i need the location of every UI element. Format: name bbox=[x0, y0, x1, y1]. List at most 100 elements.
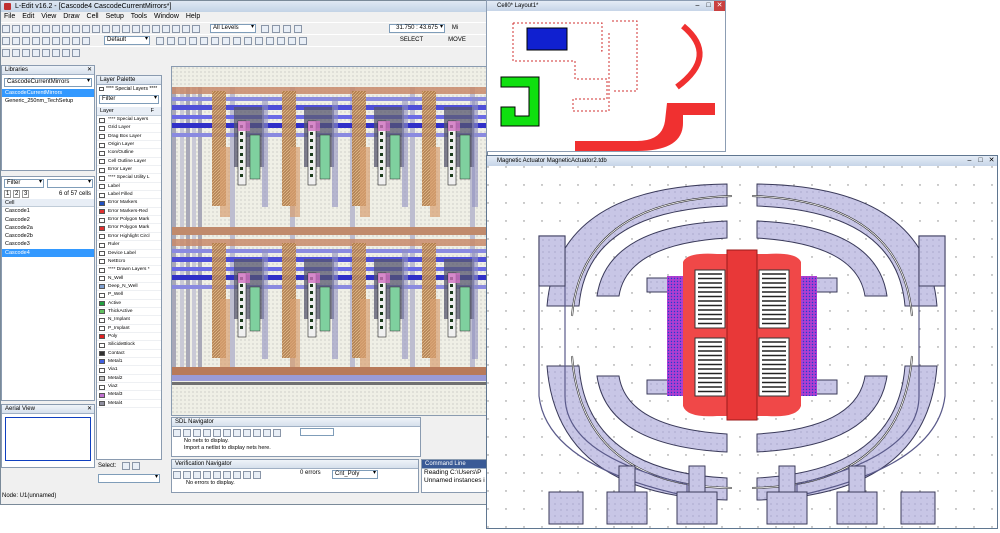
ungroup-icon[interactable] bbox=[222, 37, 230, 45]
cell-item[interactable]: Cascode3 bbox=[2, 240, 94, 248]
slice-icon[interactable] bbox=[244, 37, 252, 45]
layer-row[interactable]: Metal2 bbox=[97, 375, 161, 383]
flip-v-icon[interactable] bbox=[189, 37, 197, 45]
layer-row[interactable]: Error Polygon Mark bbox=[97, 224, 161, 233]
flip-h-icon[interactable] bbox=[178, 37, 186, 45]
layer-row[interactable]: N_Well bbox=[97, 275, 161, 283]
layer-column-title[interactable]: Layer bbox=[100, 108, 114, 114]
layer-row[interactable]: Device Label bbox=[97, 250, 161, 258]
sdl-color-icon[interactable] bbox=[253, 429, 261, 437]
drc-box-icon[interactable] bbox=[12, 49, 20, 57]
move-icon[interactable] bbox=[156, 37, 164, 45]
sdl-filter-icon[interactable] bbox=[243, 429, 251, 437]
layer-row[interactable]: Ruler bbox=[97, 241, 161, 250]
cell-item[interactable]: Cascode2b bbox=[2, 232, 94, 240]
undo-icon[interactable] bbox=[72, 25, 80, 33]
align-icon[interactable] bbox=[200, 37, 208, 45]
layer-hide-icon[interactable] bbox=[272, 25, 280, 33]
layer-row[interactable]: Error Polygon Mark bbox=[97, 216, 161, 225]
cell-filter-select[interactable]: Filter bbox=[4, 179, 44, 188]
menu-view[interactable]: View bbox=[41, 13, 56, 20]
pie-tool-icon[interactable] bbox=[52, 37, 60, 45]
sdl-prop-icon[interactable] bbox=[263, 429, 271, 437]
layer-row[interactable]: Via2 bbox=[97, 383, 161, 392]
layer-row[interactable]: P_Well bbox=[97, 291, 161, 300]
layer-row[interactable]: Error Markers bbox=[97, 199, 161, 208]
minimize-icon[interactable]: – bbox=[964, 156, 975, 166]
layer-row[interactable]: Error Highlight Circl bbox=[97, 233, 161, 242]
magnetic-actuator-drawing[interactable] bbox=[487, 166, 997, 528]
open-file-icon[interactable] bbox=[12, 25, 20, 33]
sdl-crosshair-icon[interactable] bbox=[213, 429, 221, 437]
drc-run-icon[interactable] bbox=[2, 49, 10, 57]
ver-next-icon[interactable] bbox=[193, 471, 201, 479]
cell-item-selected[interactable]: Cascode4 bbox=[2, 248, 94, 258]
save-icon[interactable] bbox=[22, 25, 30, 33]
box-tool-icon[interactable] bbox=[12, 37, 20, 45]
cell-item[interactable]: Cascode2a bbox=[2, 224, 94, 232]
layer-row[interactable]: **** Drawn Layers * bbox=[97, 266, 161, 275]
layer-row[interactable]: Grid Layer bbox=[97, 124, 161, 133]
layer-row[interactable]: Origin Layer bbox=[97, 141, 161, 150]
minimize-icon[interactable]: – bbox=[692, 1, 703, 11]
select-options-icon[interactable] bbox=[132, 462, 140, 470]
cell0-layout-drawing[interactable] bbox=[487, 11, 725, 151]
layer-row[interactable]: Label bbox=[97, 183, 161, 192]
view-toggle-icon[interactable] bbox=[132, 25, 140, 33]
layer-f-column-title[interactable]: F bbox=[151, 107, 154, 116]
library-item[interactable]: Generic_250nm_TechSetup bbox=[2, 97, 94, 105]
style-select[interactable]: Default bbox=[104, 36, 150, 45]
layer-row[interactable]: Poly bbox=[97, 333, 161, 342]
ver-run-icon[interactable] bbox=[173, 471, 181, 479]
zoom-out-icon[interactable] bbox=[102, 25, 110, 33]
boolean-icon[interactable] bbox=[266, 37, 274, 45]
ruler-tool-icon[interactable] bbox=[82, 37, 90, 45]
zoom-fit-icon[interactable] bbox=[112, 25, 120, 33]
cell-icon[interactable] bbox=[142, 25, 150, 33]
sdl-nets-icon[interactable] bbox=[193, 429, 201, 437]
extract-icon[interactable] bbox=[299, 37, 307, 45]
new-file-icon[interactable] bbox=[2, 25, 10, 33]
lvs-icon[interactable] bbox=[52, 49, 60, 57]
ver-settings-icon[interactable] bbox=[253, 471, 261, 479]
menu-help[interactable]: Help bbox=[186, 13, 200, 20]
polygon-tool-icon[interactable] bbox=[22, 37, 30, 45]
cross-section-icon[interactable] bbox=[32, 49, 40, 57]
layer-row[interactable]: Icon/Outline bbox=[97, 149, 161, 158]
circle-tool-icon[interactable] bbox=[42, 37, 50, 45]
layer-row[interactable]: Label Filled bbox=[97, 191, 161, 200]
instance-icon[interactable] bbox=[152, 25, 160, 33]
layer-row[interactable]: **** Special Layers bbox=[97, 116, 161, 125]
close-icon[interactable]: ✕ bbox=[87, 66, 92, 75]
page-tab-1[interactable]: 1 bbox=[4, 190, 12, 198]
menu-tools[interactable]: Tools bbox=[131, 13, 147, 20]
page-tab-2[interactable]: 2 bbox=[13, 190, 21, 198]
layer-row[interactable]: Metal3 bbox=[97, 391, 161, 400]
zoom-in-icon[interactable] bbox=[92, 25, 100, 33]
hierarchy-icon[interactable] bbox=[162, 25, 170, 33]
ver-mark-icon[interactable] bbox=[203, 471, 211, 479]
close-icon[interactable]: ✕ bbox=[986, 156, 997, 166]
paste-icon[interactable] bbox=[62, 25, 70, 33]
layer-row[interactable]: Active bbox=[97, 300, 161, 308]
move-mode-button[interactable]: MOVE bbox=[437, 36, 477, 45]
select-filter-icon[interactable] bbox=[122, 462, 130, 470]
spice-icon[interactable] bbox=[42, 49, 50, 57]
ver-filter-icon[interactable] bbox=[243, 471, 251, 479]
rule-select[interactable]: Cnt_Poly bbox=[332, 470, 378, 479]
layer-fill-icon[interactable] bbox=[294, 25, 302, 33]
close-icon[interactable]: ✕ bbox=[714, 1, 725, 11]
page-tab-3[interactable]: 3 bbox=[22, 190, 30, 198]
layer-row[interactable]: Drag Box Layer bbox=[97, 133, 161, 142]
menu-cell[interactable]: Cell bbox=[87, 13, 99, 20]
layer-row[interactable]: NetEcro bbox=[97, 258, 161, 267]
menu-setup[interactable]: Setup bbox=[106, 13, 124, 20]
merge-icon[interactable] bbox=[233, 37, 241, 45]
port-tool-icon[interactable] bbox=[72, 37, 80, 45]
layer-row[interactable]: Metal4 bbox=[97, 400, 161, 409]
layer-row[interactable]: ThickActive bbox=[97, 308, 161, 317]
sdl-settings-icon[interactable] bbox=[233, 429, 241, 437]
layer-row[interactable]: P_Implant bbox=[97, 325, 161, 333]
cut-icon[interactable] bbox=[42, 25, 50, 33]
generate-layers-icon[interactable] bbox=[288, 37, 296, 45]
